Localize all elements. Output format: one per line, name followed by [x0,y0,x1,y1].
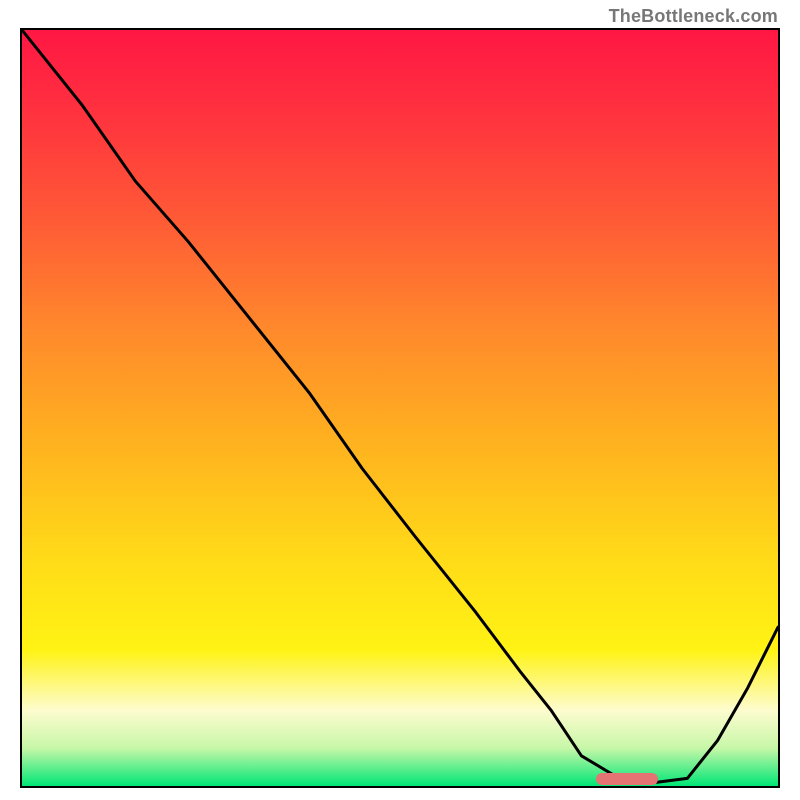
optimal-marker [596,773,658,785]
gradient-background [22,30,778,786]
attribution-text: TheBottleneck.com [609,6,778,27]
chart-frame [20,28,780,788]
